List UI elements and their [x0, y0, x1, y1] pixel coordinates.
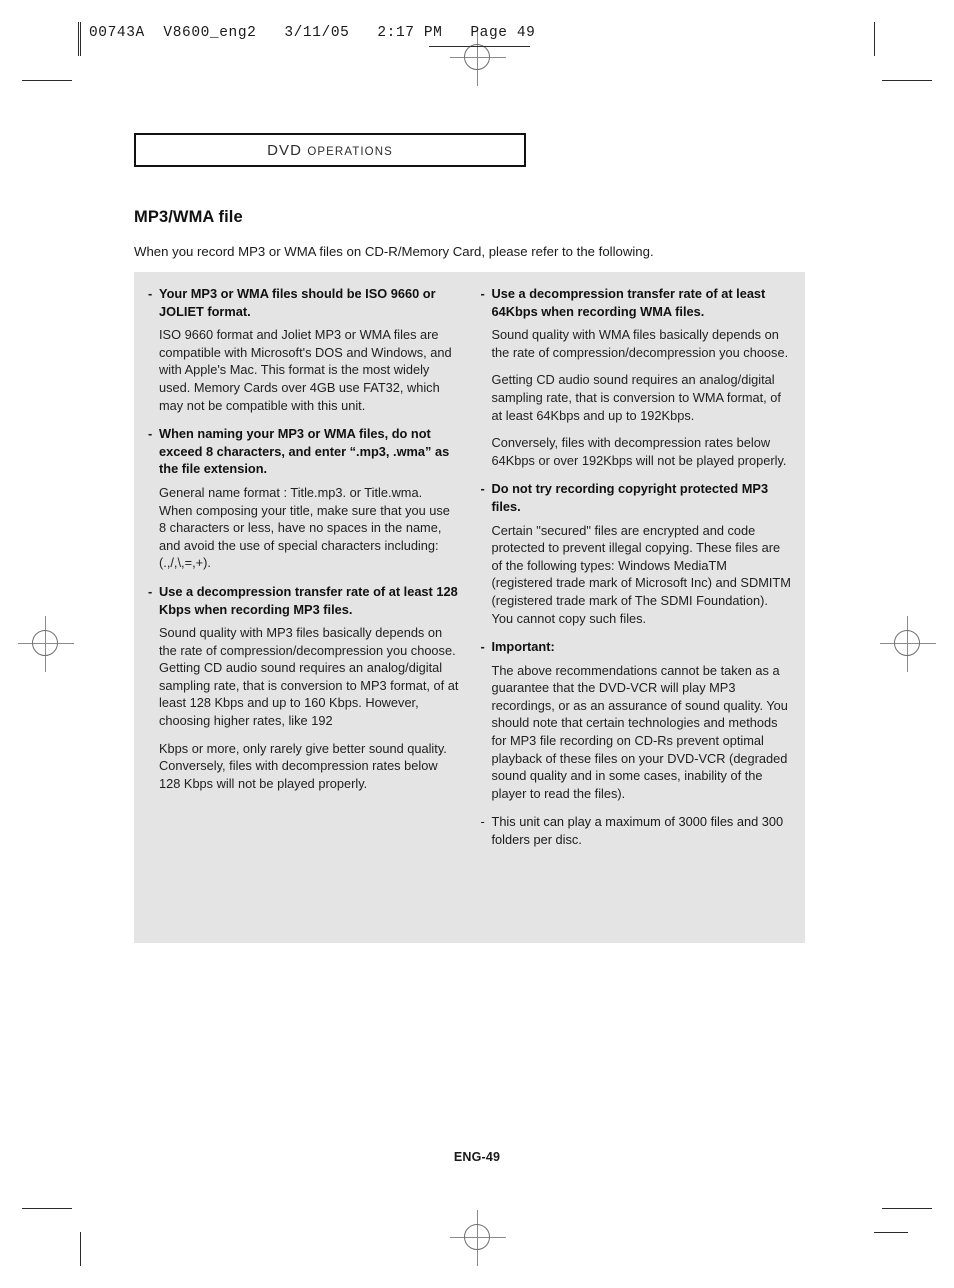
production-header: 00743A V8600_eng2 3/11/05 2:17 PM Page 4…	[78, 22, 535, 56]
crop-mark-bottom-right-horizontal	[882, 1208, 932, 1209]
section-title-box: DVD OPERATIONS	[134, 133, 526, 167]
list-item-heading: Use a decompression transfer rate of at …	[159, 583, 458, 617]
list-item-dash: -	[148, 286, 153, 301]
crop-mark-top-right-horizontal	[882, 80, 932, 81]
page-footer: ENG-49	[453, 1150, 501, 1164]
list-item-heading: Important:	[491, 639, 555, 655]
list-item-body: Certain "secured" files are encrypted an…	[491, 522, 791, 626]
registration-mark-bottom	[450, 1210, 506, 1266]
crop-mark-bottom-right-vertical	[874, 1232, 908, 1233]
list-item: - Use a decompression transfer rate of a…	[148, 583, 459, 618]
list-item-body: Sound quality with MP3 files basically d…	[159, 625, 459, 729]
list-item-body-continued: Getting CD audio sound requires an analo…	[491, 372, 781, 423]
list-item: - Use a decompression transfer rate of a…	[481, 285, 792, 320]
list-item-body: ISO 9660 format and Joliet MP3 or WMA fi…	[159, 327, 452, 413]
left-column: - Your MP3 or WMA files should be ISO 96…	[148, 285, 459, 943]
production-header-rule	[78, 22, 79, 56]
list-item-body: The above recommendations cannot be take…	[491, 662, 788, 801]
registration-mark-circle	[32, 630, 58, 656]
list-item: - This unit can play a maximum of 3000 f…	[481, 813, 792, 848]
registration-mark-right	[880, 616, 936, 672]
list-item-heading: Your MP3 or WMA files should be ISO 9660…	[159, 286, 436, 319]
registration-mark-left	[18, 616, 74, 672]
list-item: - Do not try recording copyright protect…	[481, 480, 792, 515]
registration-mark-circle	[894, 630, 920, 656]
list-item-body-continued-2: Conversely, files with decompression rat…	[491, 435, 787, 468]
production-header-text: 00743A V8600_eng2 3/11/05 2:17 PM Page 4…	[89, 25, 536, 41]
list-item-heading: When naming your MP3 or WMA files, do no…	[159, 426, 450, 477]
list-item-heading: Use a decompression transfer rate of at …	[491, 286, 766, 319]
list-item-heading: Do not try recording copyright protected…	[491, 481, 769, 514]
crop-mark-bottom-left-horizontal	[22, 1208, 72, 1209]
registration-mark-circle	[464, 1224, 490, 1250]
crop-mark-top-left-horizontal	[22, 80, 72, 81]
list-item-dash: -	[480, 639, 485, 655]
list-item-plain-text: This unit can play a maximum of 3000 fil…	[491, 814, 784, 848]
list-item-dash: -	[480, 814, 485, 830]
section-title-main: DVD	[267, 141, 303, 159]
crop-mark-bottom-left-vertical	[80, 1232, 81, 1266]
list-item-body: Sound quality with WMA files basically d…	[491, 327, 789, 360]
intro-paragraph: When you record MP3 or WMA files on CD-R…	[134, 244, 654, 259]
list-item: - Important:	[481, 638, 792, 656]
section-title: DVD OPERATIONS	[267, 142, 393, 159]
list-item-dash: -	[148, 426, 153, 442]
list-item-dash: -	[480, 286, 485, 301]
list-item: - Your MP3 or WMA files should be ISO 96…	[148, 285, 459, 320]
page-title: MP3/WMA file	[134, 208, 243, 226]
list-item-dash: -	[148, 583, 153, 599]
list-item-body: General name format : Title.mp3. or Titl…	[159, 484, 450, 571]
crop-mark-top-right-vertical	[874, 22, 875, 56]
list-item-body-continued: Kbps or more, only rarely give better so…	[159, 740, 447, 791]
section-title-rest: OPERATIONS	[307, 145, 393, 158]
content-panel: - Your MP3 or WMA files should be ISO 96…	[134, 272, 805, 943]
list-item-dash: -	[480, 481, 485, 497]
right-column: - Use a decompression transfer rate of a…	[481, 285, 792, 943]
list-item: - When naming your MP3 or WMA files, do …	[148, 425, 459, 478]
page-number-underline	[429, 46, 530, 47]
